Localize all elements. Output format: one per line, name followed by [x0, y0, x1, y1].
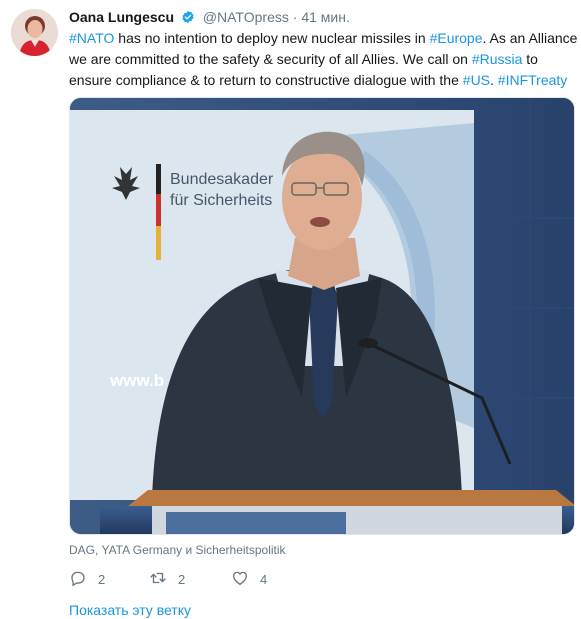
reply-count: 2	[98, 571, 106, 587]
author-name[interactable]: Oana Lungescu	[69, 9, 174, 25]
banner-text-line2: für Sicherheits	[170, 192, 272, 209]
hashtag-link[interactable]: #Russia	[472, 51, 523, 67]
tweet-text-segment: . As an Alliance	[482, 30, 578, 46]
tweet-text: #NATO has no intention to deploy new nuc…	[69, 28, 578, 91]
tweet-text-segment: ensure compliance & to return to constru…	[69, 72, 463, 88]
tweet-header: Oana Lungescu @NATOpress · 41 мин.	[69, 8, 350, 26]
banner-text-line1: Bundesakader	[170, 171, 274, 188]
banner-url-text: www.b	[109, 371, 164, 390]
retweet-button[interactable]: 2	[149, 569, 185, 589]
reply-icon	[69, 569, 87, 590]
like-count: 4	[260, 571, 268, 587]
retweet-count: 2	[178, 571, 186, 587]
tweet-text-line: ensure compliance & to return to constru…	[69, 70, 575, 91]
avatar[interactable]	[11, 9, 58, 56]
tweet-text-line: #NATO has no intention to deploy new nuc…	[69, 28, 578, 49]
header-separator: ·	[292, 9, 298, 25]
media-caption[interactable]: DAG, YATA Germany и Sicherheitspolitik	[69, 543, 286, 557]
verified-badge-icon	[181, 10, 195, 24]
tweet-text-segment: has no intention to deploy new nuclear m…	[114, 30, 430, 46]
tweet-text-segment: to	[522, 51, 538, 67]
retweet-icon	[149, 569, 167, 590]
heart-icon	[231, 569, 249, 590]
show-thread-link[interactable]: Показать эту ветку	[69, 602, 191, 618]
speaker-photo: Bundesakader für Sicherheits www.b	[70, 98, 574, 534]
hashtag-link[interactable]: #Europe	[430, 30, 483, 46]
hashtag-link[interactable]: #NATO	[69, 30, 114, 46]
like-button[interactable]: 4	[231, 569, 267, 589]
tweet: Oana Lungescu @NATOpress · 41 мин. #NATO…	[0, 0, 581, 619]
avatar-image	[11, 9, 58, 56]
tweet-text-segment: .	[490, 72, 498, 88]
author-handle[interactable]: @NATOpress	[203, 9, 289, 25]
tweet-text-line: we are committed to the safety & securit…	[69, 49, 575, 70]
tweet-timestamp[interactable]: 41 мин.	[301, 9, 350, 25]
hashtag-link[interactable]: #INFTreaty	[498, 72, 568, 88]
tweet-media-photo[interactable]: Bundesakader für Sicherheits www.b	[69, 97, 575, 535]
tweet-text-segment: we are committed to the safety & securit…	[69, 51, 472, 67]
hashtag-link[interactable]: #US	[463, 72, 490, 88]
reply-button[interactable]: 2	[69, 569, 105, 589]
